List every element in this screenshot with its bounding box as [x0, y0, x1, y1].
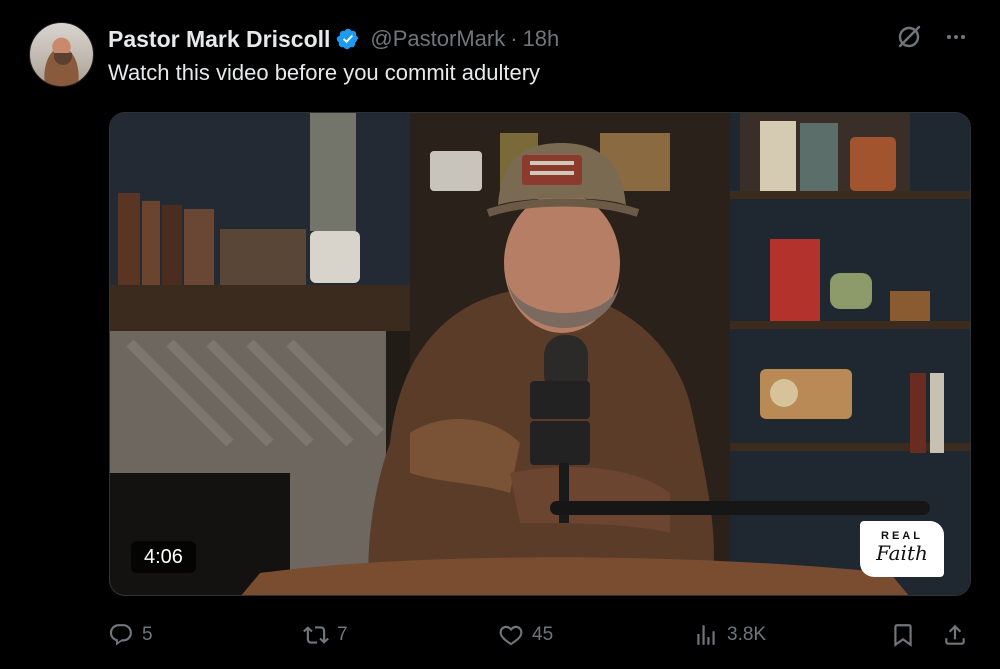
- views-count: 3.8K: [727, 624, 767, 645]
- repost-icon: [303, 626, 329, 644]
- top-actions: [896, 24, 970, 50]
- tweet-header: Pastor Mark Driscoll @PastorMark · 18h: [108, 24, 559, 54]
- heart-icon: [499, 625, 523, 646]
- views-button[interactable]: 3.8K: [693, 620, 766, 650]
- like-button[interactable]: 45: [498, 620, 553, 650]
- tweet-text: Watch this video before you commit adult…: [108, 60, 541, 85]
- reply-icon: [109, 624, 132, 646]
- verified-badge-icon: [337, 28, 359, 50]
- tweet: Pastor Mark Driscoll @PastorMark · 18h W…: [0, 0, 1000, 669]
- bookmark-icon: [894, 624, 912, 647]
- action-bar: 5 7 45 3.8K: [108, 620, 968, 650]
- author-name[interactable]: Pastor Mark Driscoll: [108, 26, 330, 53]
- video-duration: 4:06: [131, 541, 196, 573]
- reply-button[interactable]: 5: [108, 620, 153, 650]
- reply-count: 5: [142, 624, 153, 645]
- video-player[interactable]: REAL Faith 4:06: [109, 112, 971, 596]
- video-frame: [110, 113, 970, 595]
- like-count: 45: [532, 624, 554, 645]
- bookmark-button[interactable]: [890, 620, 916, 650]
- logo-text-bottom: Faith: [876, 541, 928, 565]
- separator-dot: ·: [510, 26, 518, 51]
- repost-button[interactable]: 7: [303, 620, 348, 650]
- grok-icon[interactable]: [896, 24, 922, 50]
- share-icon: [945, 624, 965, 645]
- share-button[interactable]: [942, 620, 968, 650]
- repost-count: 7: [337, 624, 348, 645]
- real-faith-logo: REAL Faith: [860, 521, 944, 577]
- avatar[interactable]: [29, 22, 94, 87]
- views-icon: [697, 625, 715, 645]
- more-icon[interactable]: [942, 24, 970, 50]
- author-handle[interactable]: @PastorMark: [370, 26, 505, 52]
- post-time[interactable]: 18h: [523, 26, 560, 52]
